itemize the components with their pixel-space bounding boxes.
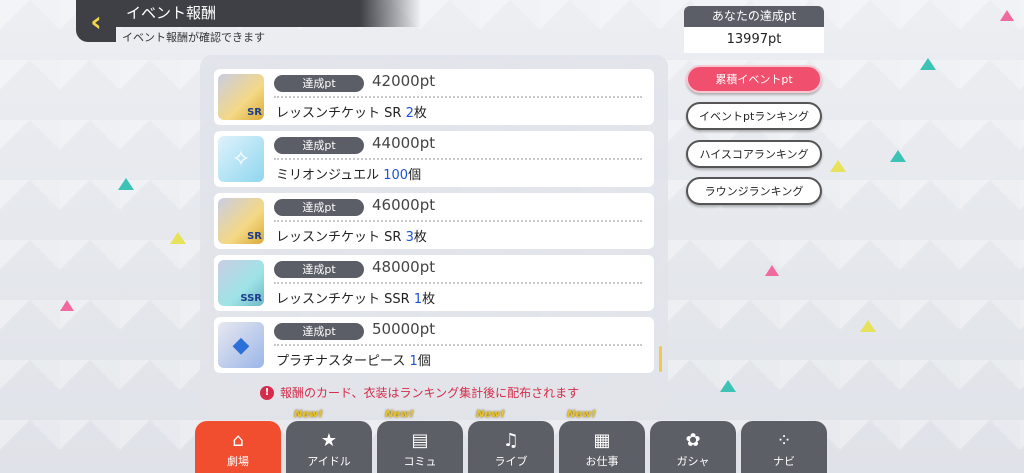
- nav-idol[interactable]: New! ★ アイドル: [286, 409, 372, 473]
- achievement-pt-badge: 達成pt: [274, 137, 364, 154]
- reward-row: SSR 達成pt 48000pt レッスンチケット SSR 1枚: [214, 255, 654, 311]
- nav-navi[interactable]: ⁘ ナビ: [741, 421, 827, 473]
- idol-icon: ★: [320, 430, 338, 451]
- warning-icon: !: [260, 385, 274, 400]
- navi-icon: ⁘: [776, 430, 792, 451]
- ticket-ssr-icon: SSR: [218, 260, 264, 306]
- confetti-decoration: [170, 232, 186, 244]
- reward-points: 42000pt: [372, 72, 436, 90]
- achieved-points-value: 13997pt: [684, 27, 824, 53]
- jewel-icon: ✧: [218, 136, 264, 182]
- platinum-star-piece-icon: ◆: [218, 322, 264, 368]
- new-badge: New!: [567, 409, 596, 420]
- nav-commu[interactable]: New! ▤ コミュ: [377, 409, 463, 473]
- ticket-sr-icon: SR: [218, 74, 264, 120]
- divider: [274, 344, 642, 346]
- reward-row: SR 達成pt 42000pt レッスンチケット SR 2枚: [214, 69, 654, 125]
- confetti-decoration: [765, 265, 779, 276]
- new-badge: New!: [476, 409, 505, 420]
- confetti-decoration: [890, 150, 906, 162]
- achievement-pt-badge: 達成pt: [274, 75, 364, 92]
- reward-name: レッスンチケット SR 3枚: [276, 230, 427, 245]
- achieved-points-panel: あなたの達成pt 13997pt: [684, 6, 824, 53]
- bottom-nav: ⌂ 劇場 New! ★ アイドル New! ▤ コミュ New! ♫ ライブ N…: [195, 409, 835, 473]
- reward-row: ◆ 達成pt 50000pt プラチナスターピース 1個: [214, 317, 654, 373]
- live-icon: ♫: [502, 430, 520, 451]
- reward-points: 44000pt: [372, 134, 436, 152]
- divider: [274, 96, 642, 98]
- reward-points: 50000pt: [372, 320, 436, 338]
- confetti-decoration: [860, 320, 876, 332]
- divider: [274, 158, 642, 160]
- event-pt-ranking-button[interactable]: イベントptランキング: [686, 102, 822, 130]
- nav-theater[interactable]: ⌂ 劇場: [195, 421, 281, 473]
- confetti-decoration: [720, 380, 736, 392]
- nav-live[interactable]: New! ♫ ライブ: [468, 409, 554, 473]
- back-button[interactable]: ‹: [76, 0, 116, 42]
- reward-name: ミリオンジュエル 100個: [276, 168, 422, 183]
- distribution-note: ! 報酬のカード、衣装はランキング集計後に配布されます: [260, 384, 579, 401]
- reward-name: プラチナスターピース 1個: [276, 354, 431, 369]
- reward-row: SR 達成pt 46000pt レッスンチケット SR 3枚: [214, 193, 654, 249]
- reward-points: 48000pt: [372, 258, 436, 276]
- divider: [274, 282, 642, 284]
- confetti-decoration: [1000, 10, 1014, 21]
- work-icon: ▦: [593, 430, 611, 451]
- confetti-decoration: [118, 178, 134, 190]
- theater-icon: ⌂: [232, 430, 244, 451]
- achieved-points-label: あなたの達成pt: [684, 6, 824, 27]
- achievement-pt-badge: 達成pt: [274, 199, 364, 216]
- gacha-icon: ✿: [685, 430, 701, 451]
- reward-row: ✧ 達成pt 44000pt ミリオンジュエル 100個: [214, 131, 654, 187]
- header: ‹ イベント報酬 イベント報酬が確認できます: [76, 0, 421, 46]
- achievement-pt-badge: 達成pt: [274, 261, 364, 278]
- confetti-decoration: [60, 300, 74, 311]
- high-score-ranking-button[interactable]: ハイスコアランキング: [686, 140, 822, 168]
- note-text: 報酬のカード、衣装はランキング集計後に配布されます: [280, 386, 580, 400]
- reward-list-panel[interactable]: SR 達成pt 42000pt レッスンチケット SR 2枚 ✧ 達成pt 44…: [200, 55, 668, 410]
- lounge-ranking-button[interactable]: ラウンジランキング: [686, 177, 822, 205]
- commu-icon: ▤: [411, 430, 429, 451]
- confetti-decoration: [920, 58, 936, 70]
- reward-points: 46000pt: [372, 196, 436, 214]
- achievement-pt-badge: 達成pt: [274, 323, 364, 340]
- divider: [274, 220, 642, 222]
- scrollbar[interactable]: [659, 346, 662, 372]
- page-title: イベント報酬: [116, 0, 421, 27]
- new-badge: New!: [385, 409, 414, 420]
- reward-name: レッスンチケット SSR 1枚: [276, 292, 436, 307]
- page-subtitle: イベント報酬が確認できます: [122, 31, 265, 44]
- nav-work[interactable]: New! ▦ お仕事: [559, 409, 645, 473]
- reward-name: レッスンチケット SR 2枚: [276, 106, 427, 121]
- new-badge: New!: [294, 409, 323, 420]
- cumulative-event-pt-button[interactable]: 累積イベントpt: [686, 65, 822, 93]
- ticket-sr-icon: SR: [218, 198, 264, 244]
- chevron-left-icon: ‹: [90, 4, 102, 38]
- nav-gacha[interactable]: ✿ ガシャ: [650, 421, 736, 473]
- confetti-decoration: [830, 160, 846, 172]
